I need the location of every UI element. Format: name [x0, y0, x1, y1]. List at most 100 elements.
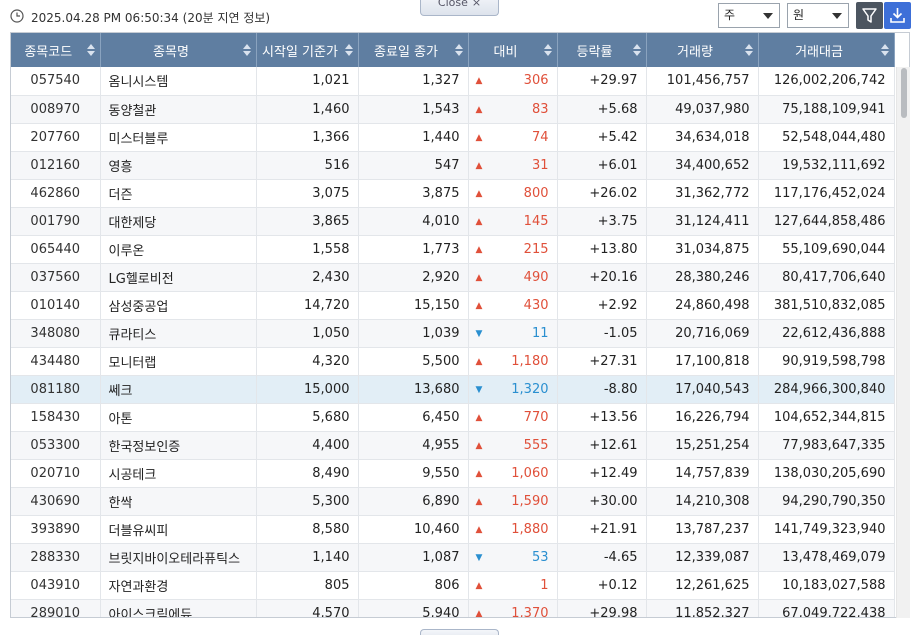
cell-code: 037560 [11, 263, 101, 292]
cell-code: 053300 [11, 431, 101, 460]
change-value: 1,180 [511, 353, 549, 369]
cell-change: ▲ 1,370 [468, 599, 558, 617]
cell-base-price: 4,570 [256, 599, 359, 617]
triangle-down-icon: ▼ [475, 328, 483, 339]
close-icon: × [471, 0, 482, 9]
scrollbar-thumb[interactable] [901, 68, 907, 118]
cell-name: 아이스크림에듀 [100, 599, 257, 617]
cell-code: 158430 [11, 403, 101, 432]
sort-icon [454, 44, 463, 56]
table-row[interactable]: 010140 삼성중공업 14,720 15,150 ▲ 430 +2.92 24,860,4… [11, 291, 895, 320]
column-header-rate[interactable]: 등락률 [557, 33, 647, 67]
currency-select[interactable]: 원 [787, 3, 849, 28]
cell-close-price: 6,450 [358, 403, 469, 432]
column-header-change[interactable]: 대비 [468, 33, 558, 67]
cell-code: 057540 [11, 67, 101, 96]
change-value: 74 [531, 129, 549, 145]
table-row[interactable]: 434480 모니터랩 4,320 5,500 ▲ 1,180 +27.31 17,100,8… [11, 347, 895, 376]
table-row[interactable]: 289010 아이스크림에듀 4,570 5,940 ▲ 1,370 +29.98 11,85… [11, 599, 895, 617]
table-row[interactable]: 207760 미스터블루 1,366 1,440 ▲ 74 +5.42 34,634,018 5… [11, 123, 895, 152]
table-row[interactable]: 393890 더블유씨피 8,580 10,460 ▲ 1,880 +21.91 13,787… [11, 515, 895, 544]
cell-name: 한싹 [100, 487, 257, 516]
cell-rate: +0.12 [557, 571, 647, 600]
cell-change: ▲ 490 [468, 263, 558, 292]
bottom-panel-tab[interactable] [420, 629, 499, 635]
cell-rate: +27.31 [557, 347, 647, 376]
triangle-up-icon: ▲ [475, 76, 483, 86]
cell-name: 삼성중공업 [100, 291, 257, 320]
table-row[interactable]: 043910 자연과환경 805 806 ▲ 1 +0.12 12,261,625 10,183… [11, 571, 895, 600]
cell-rate: +2.92 [557, 291, 647, 320]
cell-volume: 12,261,625 [646, 571, 759, 600]
cell-change: ▲ 215 [468, 235, 558, 264]
table-row[interactable]: 065440 이루온 1,558 1,773 ▲ 215 +13.80 31,034,875 5… [11, 235, 895, 264]
triangle-up-icon: ▲ [475, 524, 483, 535]
cell-close-price: 5,940 [358, 599, 469, 617]
cell-code: 348080 [11, 319, 101, 348]
period-unit-value: 주 [724, 8, 736, 22]
change-value: 306 [523, 73, 549, 89]
period-unit-select[interactable]: 주 [718, 3, 780, 28]
close-panel-tab[interactable]: Close × [420, 0, 499, 16]
table-row[interactable]: 462860 더즌 3,075 3,875 ▲ 800 +26.02 31,362,772 11… [11, 179, 895, 208]
cell-amount: 13,478,469,079 [758, 543, 895, 572]
column-header-close-price[interactable]: 종료일 종가 [358, 33, 469, 67]
cell-change: ▲ 1,880 [468, 515, 558, 544]
cell-rate: +26.02 [557, 179, 647, 208]
cell-close-price: 2,920 [358, 263, 469, 292]
cell-rate: +12.49 [557, 459, 647, 488]
cell-rate: -4.65 [557, 543, 647, 572]
table-row[interactable]: 037560 LG헬로비전 2,430 2,920 ▲ 490 +20.16 28,380,2… [11, 263, 895, 292]
cell-rate: +3.75 [557, 207, 647, 236]
table-row[interactable]: 008970 동양철관 1,460 1,543 ▲ 83 +5.68 49,037,980 75… [11, 95, 895, 124]
column-header-name[interactable]: 종목명 [100, 33, 257, 67]
cell-code: 393890 [11, 515, 101, 544]
table-row[interactable]: 020710 시공테크 8,490 9,550 ▲ 1,060 +12.49 14,757,8… [11, 459, 895, 488]
cell-name: 아톤 [100, 403, 257, 432]
triangle-up-icon: ▲ [475, 440, 483, 451]
table-row[interactable]: 081180 쎄크 15,000 13,680 ▼ 1,320 -8.80 17,040,54… [11, 375, 895, 404]
cell-amount: 52,548,044,480 [758, 123, 895, 152]
cell-amount: 126,002,206,742 [758, 67, 895, 96]
table-row[interactable]: 348080 큐라티스 1,050 1,039 ▼ 11 -1.05 20,716,069 22… [11, 319, 895, 348]
cell-code: 008970 [11, 95, 101, 124]
cell-change: ▲ 1,060 [468, 459, 558, 488]
triangle-up-icon: ▲ [475, 412, 483, 423]
table-row[interactable]: 288330 브릿지바이오테라퓨틱스 1,140 1,087 ▼ 53 -4.65 12,33… [11, 543, 895, 572]
cell-change: ▲ 555 [468, 431, 558, 460]
cell-amount: 80,417,706,640 [758, 263, 895, 292]
table-row[interactable]: 053300 한국정보인증 4,400 4,955 ▲ 555 +12.61 15,251,2… [11, 431, 895, 460]
cell-code: 043910 [11, 571, 101, 600]
vertical-scrollbar[interactable] [896, 67, 910, 618]
filter-button[interactable] [856, 2, 883, 29]
table-row[interactable]: 057540 옴니시스템 1,021 1,327 ▲ 306 +29.97 101,456,7… [11, 67, 895, 96]
cell-base-price: 8,490 [256, 459, 359, 488]
chevron-down-icon [763, 13, 773, 19]
column-header-volume[interactable]: 거래량 [646, 33, 759, 67]
cell-amount: 127,644,858,486 [758, 207, 895, 236]
cell-amount: 67,049,722,438 [758, 599, 895, 617]
cell-amount: 117,176,452,024 [758, 179, 895, 208]
download-button[interactable] [884, 2, 911, 29]
cell-name: 모니터랩 [100, 347, 257, 376]
column-header-amount[interactable]: 거래대금 [758, 33, 895, 67]
cell-base-price: 3,865 [256, 207, 359, 236]
table-row[interactable]: 012160 영흥 516 547 ▲ 31 +6.01 34,400,652 19,532,1… [11, 151, 895, 180]
table-row[interactable]: 158430 아톤 5,680 6,450 ▲ 770 +13.56 16,226,794 10… [11, 403, 895, 432]
column-header-base-price[interactable]: 시작일 기준가 [256, 33, 359, 67]
table-header-row: 종목코드 종목명 시작일 기준가 종료일 종가 대비 등락률 거래량 거래대금 [11, 33, 895, 67]
cell-name: 미스터블루 [100, 123, 257, 152]
table-row[interactable]: 001790 대한제당 3,865 4,010 ▲ 145 +3.75 31,124,411 1… [11, 207, 895, 236]
cell-change: ▲ 306 [468, 67, 558, 96]
table-row[interactable]: 430690 한싹 5,300 6,890 ▲ 1,590 +30.00 14,210,308… [11, 487, 895, 516]
change-value: 555 [523, 437, 549, 453]
change-value: 83 [531, 101, 549, 117]
cell-amount: 90,919,598,798 [758, 347, 895, 376]
change-value: 1,880 [511, 521, 549, 537]
column-header-code[interactable]: 종목코드 [11, 33, 101, 67]
currency-value: 원 [793, 8, 805, 22]
change-value: 490 [523, 269, 549, 285]
cell-base-price: 3,075 [256, 179, 359, 208]
change-value: 1,320 [511, 381, 549, 397]
cell-base-price: 2,430 [256, 263, 359, 292]
